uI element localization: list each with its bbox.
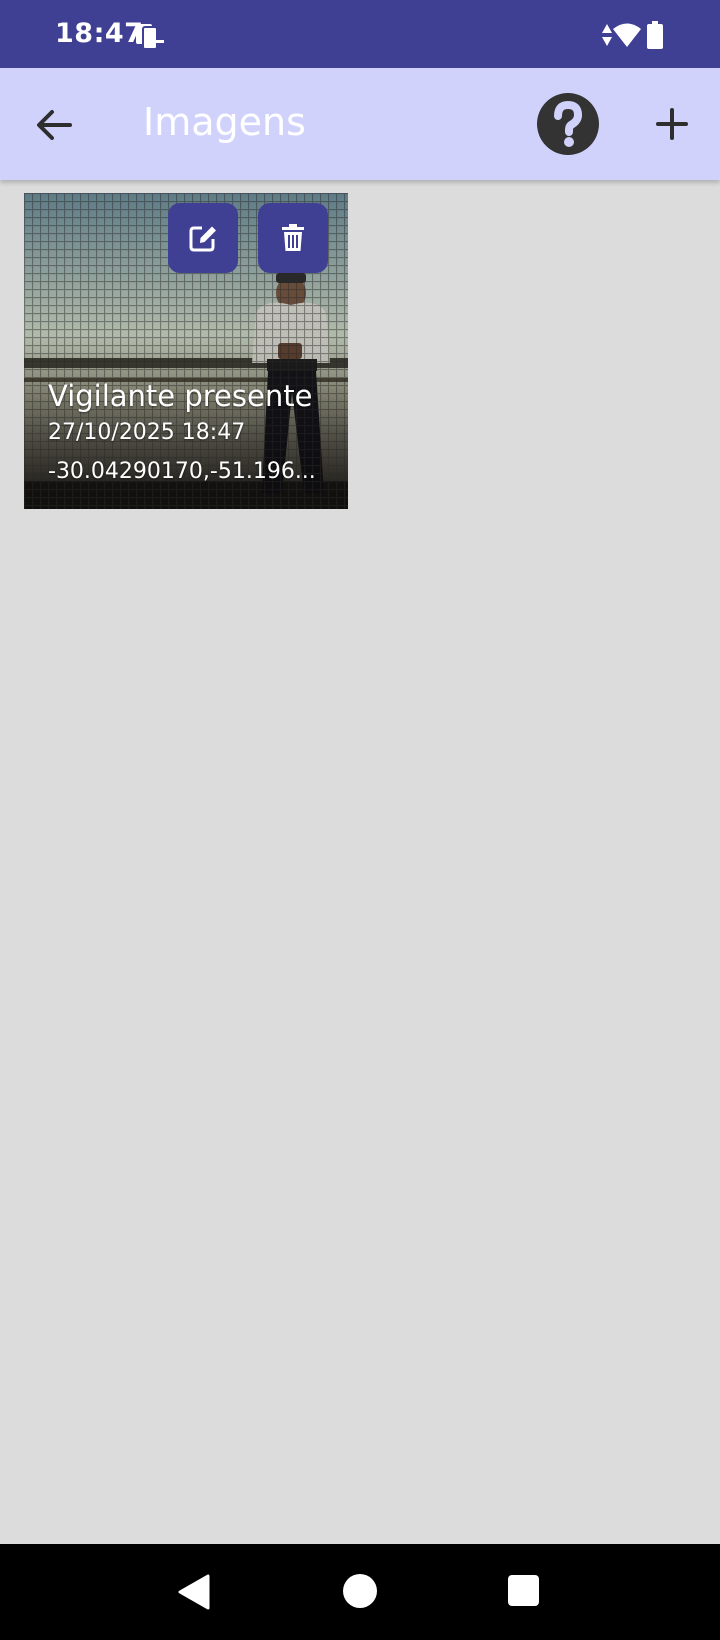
battery-icon bbox=[647, 21, 663, 49]
back-triangle-icon[interactable] bbox=[176, 1574, 212, 1610]
notification-icon bbox=[136, 24, 164, 50]
delete-button[interactable] bbox=[258, 203, 328, 273]
help-icon[interactable] bbox=[536, 92, 600, 156]
home-circle-icon[interactable] bbox=[343, 1574, 377, 1608]
back-arrow-icon[interactable] bbox=[30, 100, 80, 150]
recents-square-icon[interactable] bbox=[508, 1575, 539, 1606]
image-title: Vigilante presente bbox=[48, 379, 313, 413]
image-card[interactable]: Vigilante presente 27/10/2025 18:47 -30.… bbox=[24, 193, 348, 509]
image-date: 27/10/2025 18:47 bbox=[48, 420, 246, 445]
status-bar: 18:47 bbox=[0, 0, 720, 68]
status-time: 18:47 bbox=[55, 18, 144, 49]
image-coordinates: -30.04290170,-51.196... bbox=[48, 459, 316, 484]
app-bar: Imagens bbox=[0, 68, 720, 180]
edit-icon bbox=[189, 226, 216, 252]
trash-icon bbox=[282, 224, 304, 251]
edit-button[interactable] bbox=[168, 203, 238, 273]
wifi-icon bbox=[613, 23, 641, 47]
image-list: Vigilante presente 27/10/2025 18:47 -30.… bbox=[0, 180, 720, 1544]
system-nav-bar bbox=[0, 1544, 720, 1640]
page-title: Imagens bbox=[143, 100, 306, 144]
add-icon[interactable] bbox=[650, 100, 694, 148]
